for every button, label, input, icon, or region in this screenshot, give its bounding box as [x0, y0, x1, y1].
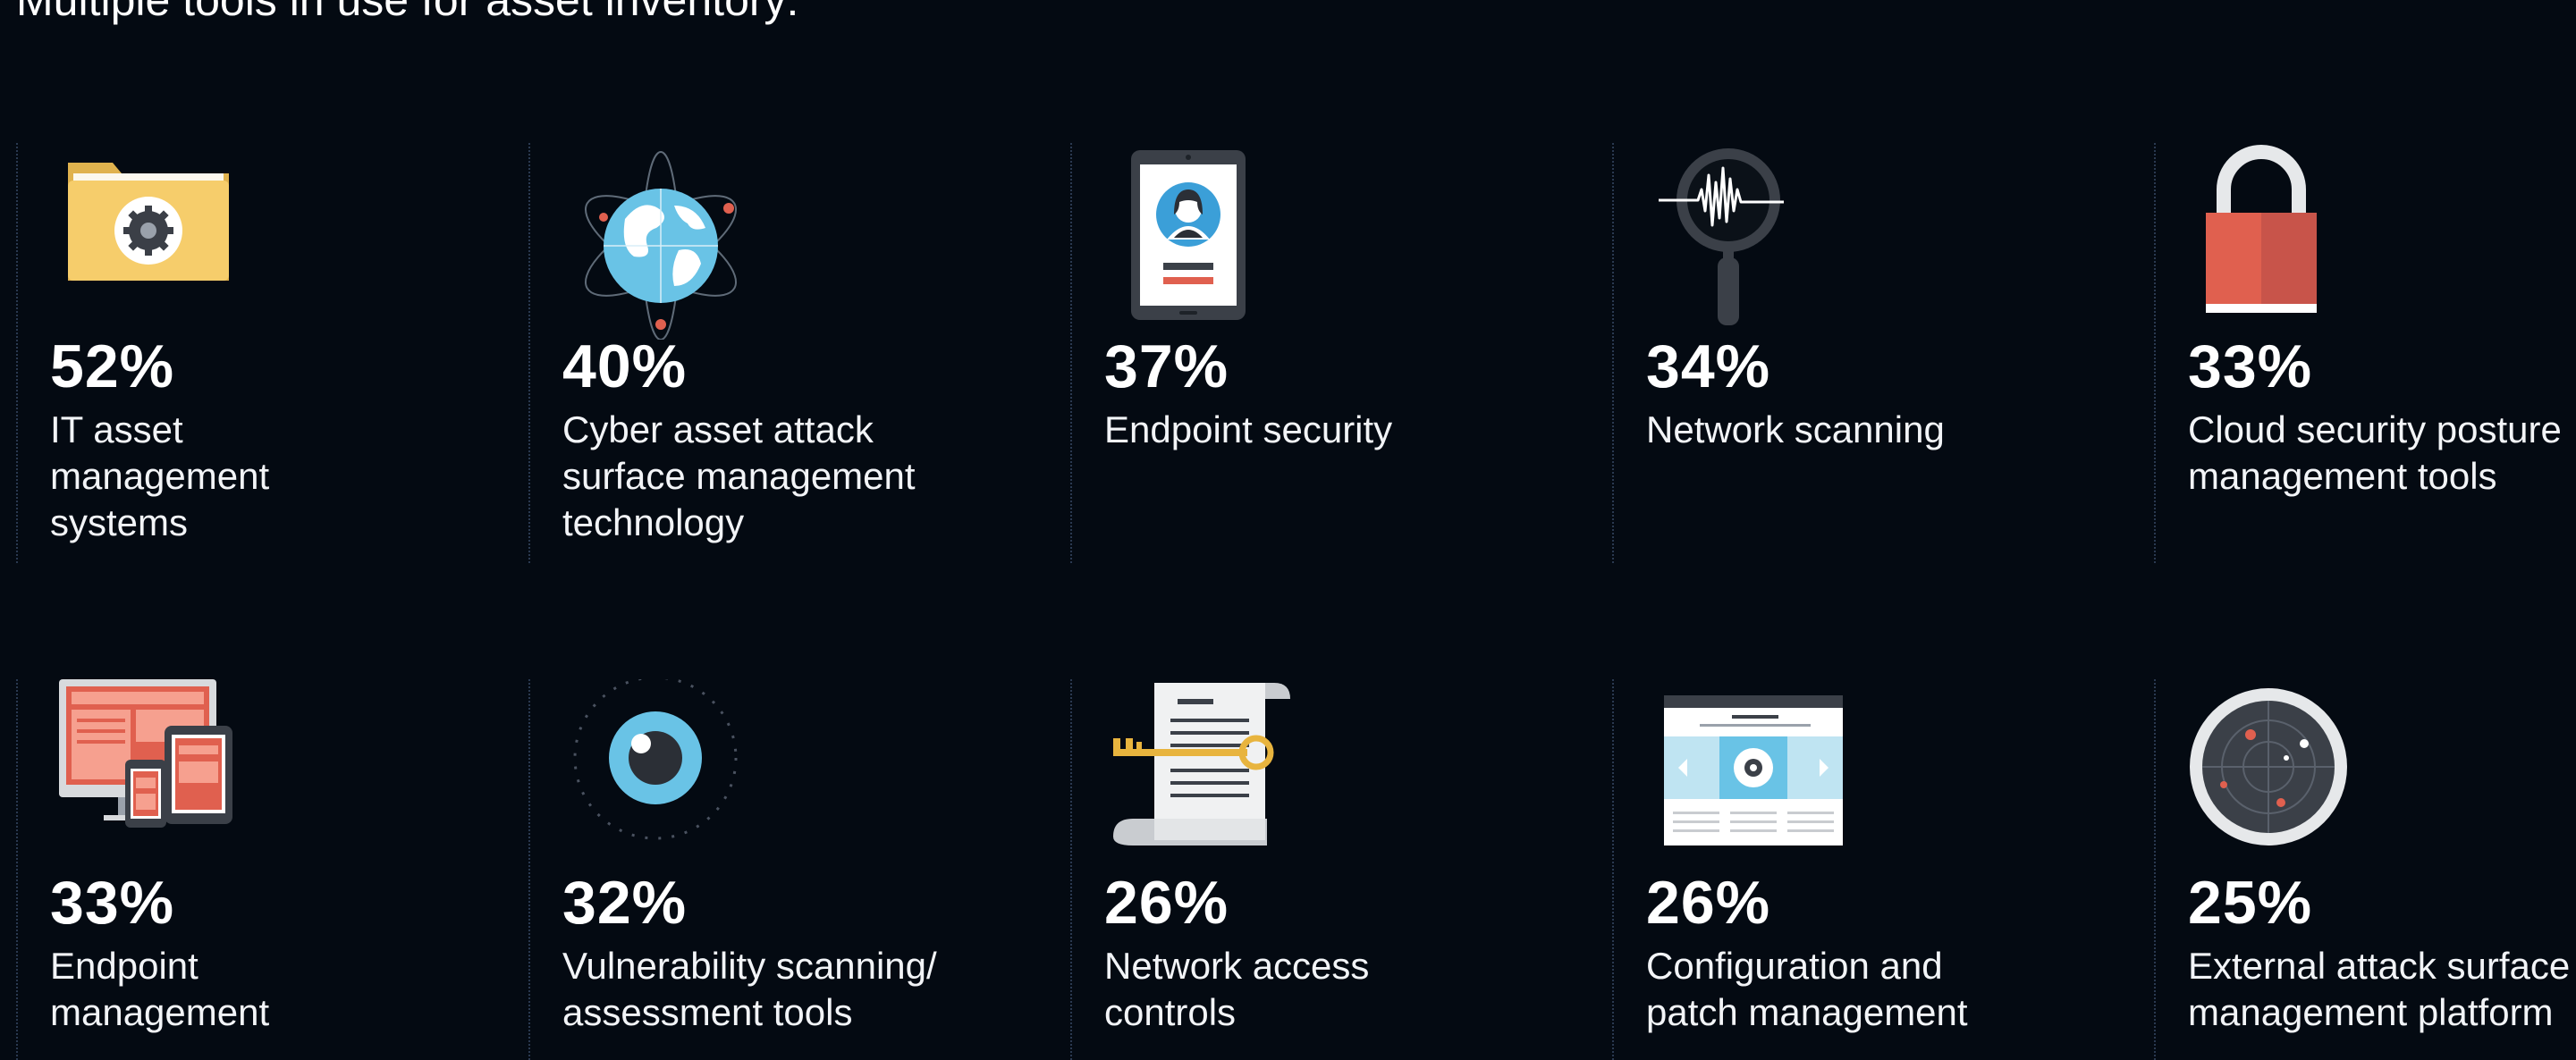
stat-item-network-scanning: 34% Network scanning: [1596, 143, 2137, 563]
stat-value: 52%: [50, 332, 175, 400]
stat-item-it-asset-management: 52% IT asset management systems: [0, 143, 541, 563]
browser-gear-icon: [1646, 679, 1843, 876]
tablet-profile-icon: [1104, 143, 1301, 340]
column-divider: [16, 679, 18, 1060]
stat-label: Endpoint management: [50, 945, 270, 1033]
stat-label: Vulnerability scanning/ assessment tools: [562, 945, 937, 1033]
stat-label: Configuration and patch management: [1646, 945, 1968, 1033]
column-divider: [2154, 679, 2156, 1060]
column-divider: [528, 679, 530, 1060]
stat-item-network-access-controls: 26% Network access controls: [1054, 679, 1595, 1060]
column-divider: [528, 143, 530, 563]
column-divider: [16, 143, 18, 563]
stat-value: 32%: [562, 869, 688, 937]
stat-label: Cyber asset attack surface management te…: [562, 408, 916, 543]
stat-label: Endpoint security: [1104, 408, 1393, 450]
eye-icon: [562, 679, 759, 876]
stat-item-easm: 25% External attack surface management p…: [2138, 679, 2576, 1060]
stat-label: External attack surface management platf…: [2188, 945, 2571, 1033]
column-divider: [1612, 679, 1614, 1060]
tools-grid: 52% IT asset management systems 40% Cybe…: [0, 0, 2576, 1060]
stat-item-vulnerability-scanning: 32% Vulnerability scanning/ assessment t…: [512, 679, 1053, 1060]
stat-value: 33%: [2188, 332, 2313, 400]
column-divider: [1070, 143, 1072, 563]
stat-item-cspm: 33% Cloud security posture management to…: [2138, 143, 2576, 563]
stat-item-config-patch-management: 26% Configuration and patch management: [1596, 679, 2137, 1060]
globe-orbit-icon: [562, 143, 759, 340]
magnifier-waveform-icon: [1646, 143, 1843, 340]
stat-item-endpoint-management: 33% Endpoint management: [0, 679, 541, 1060]
stat-item-caasm: 40% Cyber asset attack surface managemen…: [512, 143, 1053, 563]
key-scroll-icon: [1104, 679, 1301, 876]
column-divider: [1070, 679, 1072, 1060]
stat-label: IT asset management systems: [50, 408, 270, 543]
column-divider: [1612, 143, 1614, 563]
stat-label: Network scanning: [1646, 408, 1945, 450]
devices-icon: [50, 679, 247, 876]
radar-icon: [2188, 679, 2385, 876]
stat-value: 26%: [1104, 869, 1229, 937]
stat-value: 40%: [562, 332, 688, 400]
stat-value: 25%: [2188, 869, 2313, 937]
stat-value: 26%: [1646, 869, 1771, 937]
folder-gear-icon: [50, 143, 247, 340]
padlock-icon: [2188, 143, 2385, 340]
stat-item-endpoint-security: 37% Endpoint security: [1054, 143, 1595, 563]
stat-label: Network access controls: [1104, 945, 1370, 1033]
stat-value: 37%: [1104, 332, 1229, 400]
stat-value: 34%: [1646, 332, 1771, 400]
column-divider: [2154, 143, 2156, 563]
stat-value: 33%: [50, 869, 175, 937]
stat-label: Cloud security posture management tools: [2188, 408, 2562, 497]
